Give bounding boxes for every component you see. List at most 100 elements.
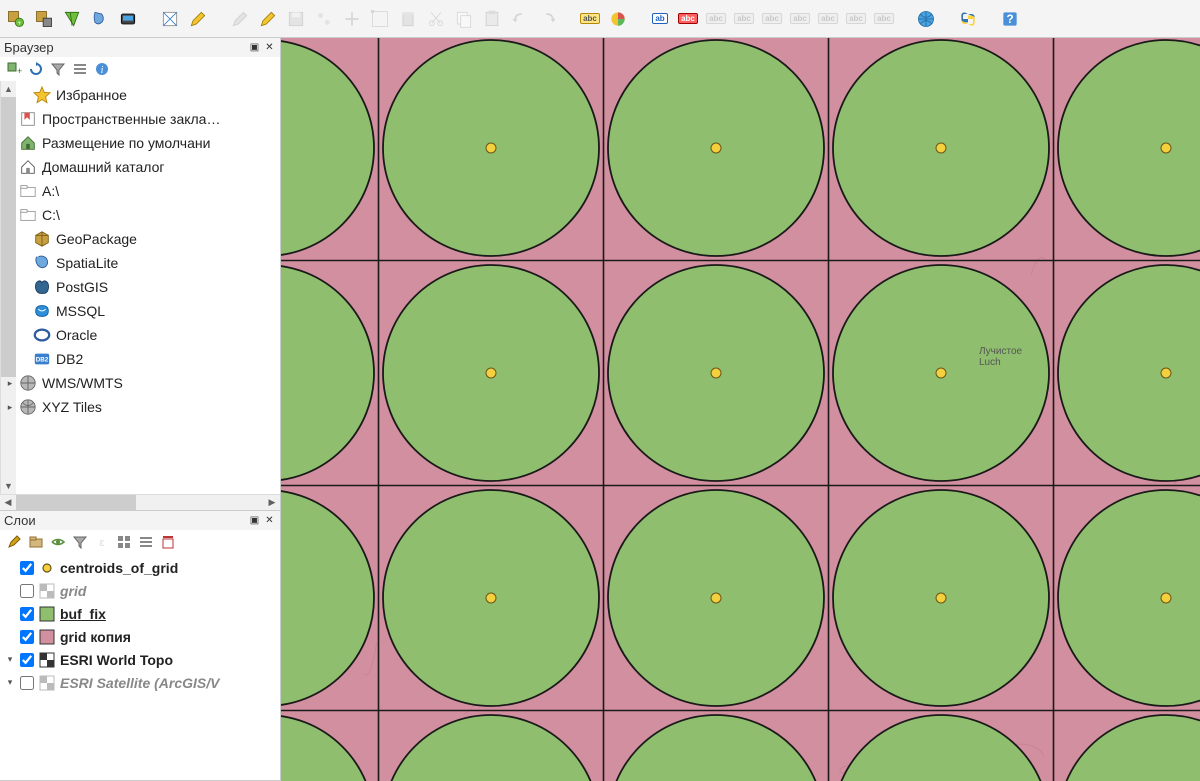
browser-item-label: MSSQL <box>56 303 105 319</box>
layer-visibility-checkbox[interactable] <box>20 584 34 598</box>
svg-text:DB2: DB2 <box>36 357 49 364</box>
label-abc-red-icon[interactable]: abc <box>676 7 700 31</box>
browser-item-label: Пространственные закла… <box>42 111 220 127</box>
help-icon[interactable]: ? <box>998 7 1022 31</box>
browser-tree[interactable]: ▸Избранное▸Пространственные закла…▸Разме… <box>0 81 280 494</box>
browser-item[interactable]: ▸XYZ Tiles <box>0 395 280 419</box>
browser-vscroll[interactable]: ▲ ▼ <box>0 81 16 494</box>
browser-item[interactable]: ▸Домашний каталог <box>0 155 280 179</box>
browser-panel: Браузер ▣ ✕ + i ▸Избранное▸Пространствен… <box>0 38 280 511</box>
xyz-icon <box>18 397 38 417</box>
map-canvas[interactable]: Лучистое Luch <box>281 38 1200 781</box>
expand-arrow-icon[interactable]: ▾ <box>4 654 16 665</box>
node-tool-icon <box>368 7 392 31</box>
browser-item[interactable]: ▸Пространственные закла… <box>0 107 280 131</box>
layer-item[interactable]: ▾buf_fix <box>0 602 280 625</box>
add-layer-icon[interactable]: + <box>5 60 23 78</box>
python-icon[interactable] <box>956 7 980 31</box>
browser-item[interactable]: ▸SpatiaLite <box>0 251 280 275</box>
browser-item[interactable]: ▸Размещение по умолчани <box>0 131 280 155</box>
diagram-icon[interactable] <box>606 7 630 31</box>
layer-label: centroids_of_grid <box>60 560 178 576</box>
postgis-icon <box>32 277 52 297</box>
refresh-icon[interactable] <box>27 60 45 78</box>
browser-item[interactable]: ▸WMS/WMTS <box>0 371 280 395</box>
browser-item[interactable]: ▸MSSQL <box>0 299 280 323</box>
browser-item[interactable]: ▸DB2DB2 <box>0 347 280 371</box>
layer-visibility-checkbox[interactable] <box>20 607 34 621</box>
new-gpx-icon[interactable] <box>158 7 182 31</box>
map-place-label: Лучистое Luch <box>979 346 1022 368</box>
layers-tree[interactable]: ▾centroids_of_grid▾grid▾buf_fix▾grid коп… <box>0 554 280 780</box>
browser-item-label: Избранное <box>56 87 127 103</box>
collapse-all-layers-icon[interactable] <box>137 533 155 551</box>
svg-text:?: ? <box>1006 13 1013 26</box>
panel-undock-icon[interactable]: ▣ <box>248 41 261 54</box>
new-shapefile-icon[interactable]: + <box>4 7 28 31</box>
browser-item-label: XYZ Tiles <box>42 399 102 415</box>
collapse-all-icon[interactable] <box>71 60 89 78</box>
browser-item[interactable]: ▸Oracle <box>0 323 280 347</box>
layer-visibility-checkbox[interactable] <box>20 653 34 667</box>
add-group-icon[interactable] <box>27 533 45 551</box>
panel-close-icon[interactable]: ✕ <box>263 41 276 54</box>
layer-item[interactable]: ▾centroids_of_grid <box>0 556 280 579</box>
layer-symbol-icon <box>38 582 56 600</box>
browser-panel-title: Браузер ▣ ✕ <box>0 38 280 57</box>
expand-arrow-icon[interactable]: ▾ <box>4 677 16 688</box>
wms-icon <box>18 373 38 393</box>
browser-item-label: A:\ <box>42 183 59 199</box>
label-abc-yellow-icon[interactable]: abc <box>578 7 602 31</box>
browser-item[interactable]: ▸A:\ <box>0 179 280 203</box>
layers-toolbar: ε <box>0 530 280 554</box>
edit-icon[interactable] <box>186 7 210 31</box>
browser-hscroll[interactable]: ◀ ▶ <box>0 494 280 510</box>
layer-visibility-checkbox[interactable] <box>20 676 34 690</box>
web-icon[interactable] <box>914 7 938 31</box>
remove-layer-icon[interactable] <box>159 533 177 551</box>
layer-label: buf_fix <box>60 606 106 622</box>
new-virtual-icon[interactable] <box>116 7 140 31</box>
layer-item[interactable]: ▾grid <box>0 579 280 602</box>
main-toolbar: + abc ab abc abc abc abc abc abc abc abc… <box>0 0 1200 38</box>
new-geopackage-icon[interactable] <box>32 7 56 31</box>
new-memory-icon[interactable] <box>88 7 112 31</box>
home-icon <box>18 157 38 177</box>
layer-item[interactable]: ▾grid копия <box>0 625 280 648</box>
new-spatialite-icon[interactable] <box>60 7 84 31</box>
label-abc-blue-icon[interactable]: ab <box>648 7 672 31</box>
side-panels: Браузер ▣ ✕ + i ▸Избранное▸Пространствен… <box>0 38 281 781</box>
panel-undock-icon[interactable]: ▣ <box>248 514 261 527</box>
toggle-editing-icon[interactable] <box>256 7 280 31</box>
spatialite-icon <box>32 253 52 273</box>
style-icon[interactable] <box>5 533 23 551</box>
label-pin-icon: abc <box>704 7 728 31</box>
browser-item[interactable]: ▸PostGIS <box>0 275 280 299</box>
delete-selected-icon <box>396 7 420 31</box>
expand-all-icon[interactable] <box>115 533 133 551</box>
filter-icon[interactable] <box>49 60 67 78</box>
browser-item[interactable]: ▸GeoPackage <box>0 227 280 251</box>
redo-icon <box>536 7 560 31</box>
layer-item[interactable]: ▾ESRI Satellite (ArcGIS/V <box>0 671 280 694</box>
filter-legend-icon[interactable] <box>71 533 89 551</box>
folder-icon <box>18 205 38 225</box>
layer-item[interactable]: ▾ ESRI World Topo <box>0 648 280 671</box>
browser-item[interactable]: ▸C:\ <box>0 203 280 227</box>
browser-toolbar: + i <box>0 57 280 81</box>
geopackage-icon <box>32 229 52 249</box>
browser-item[interactable]: ▸Избранное <box>0 83 280 107</box>
layer-label: ESRI World Topo <box>60 652 173 668</box>
manage-visibility-icon[interactable] <box>49 533 67 551</box>
properties-icon[interactable]: i <box>93 60 111 78</box>
copy-icon <box>452 7 476 31</box>
label-show-icon: abc <box>760 7 784 31</box>
layer-visibility-checkbox[interactable] <box>20 630 34 644</box>
panel-close-icon[interactable]: ✕ <box>263 514 276 527</box>
browser-title-label: Браузер <box>4 40 54 55</box>
layers-panel: Слои ▣ ✕ ε ▾centroids_of_grid▾grid▾buf_f… <box>0 511 280 781</box>
layer-visibility-checkbox[interactable] <box>20 561 34 575</box>
save-edits-icon <box>284 7 308 31</box>
label-rotate-icon: abc <box>844 7 868 31</box>
layer-symbol-icon <box>38 628 56 646</box>
